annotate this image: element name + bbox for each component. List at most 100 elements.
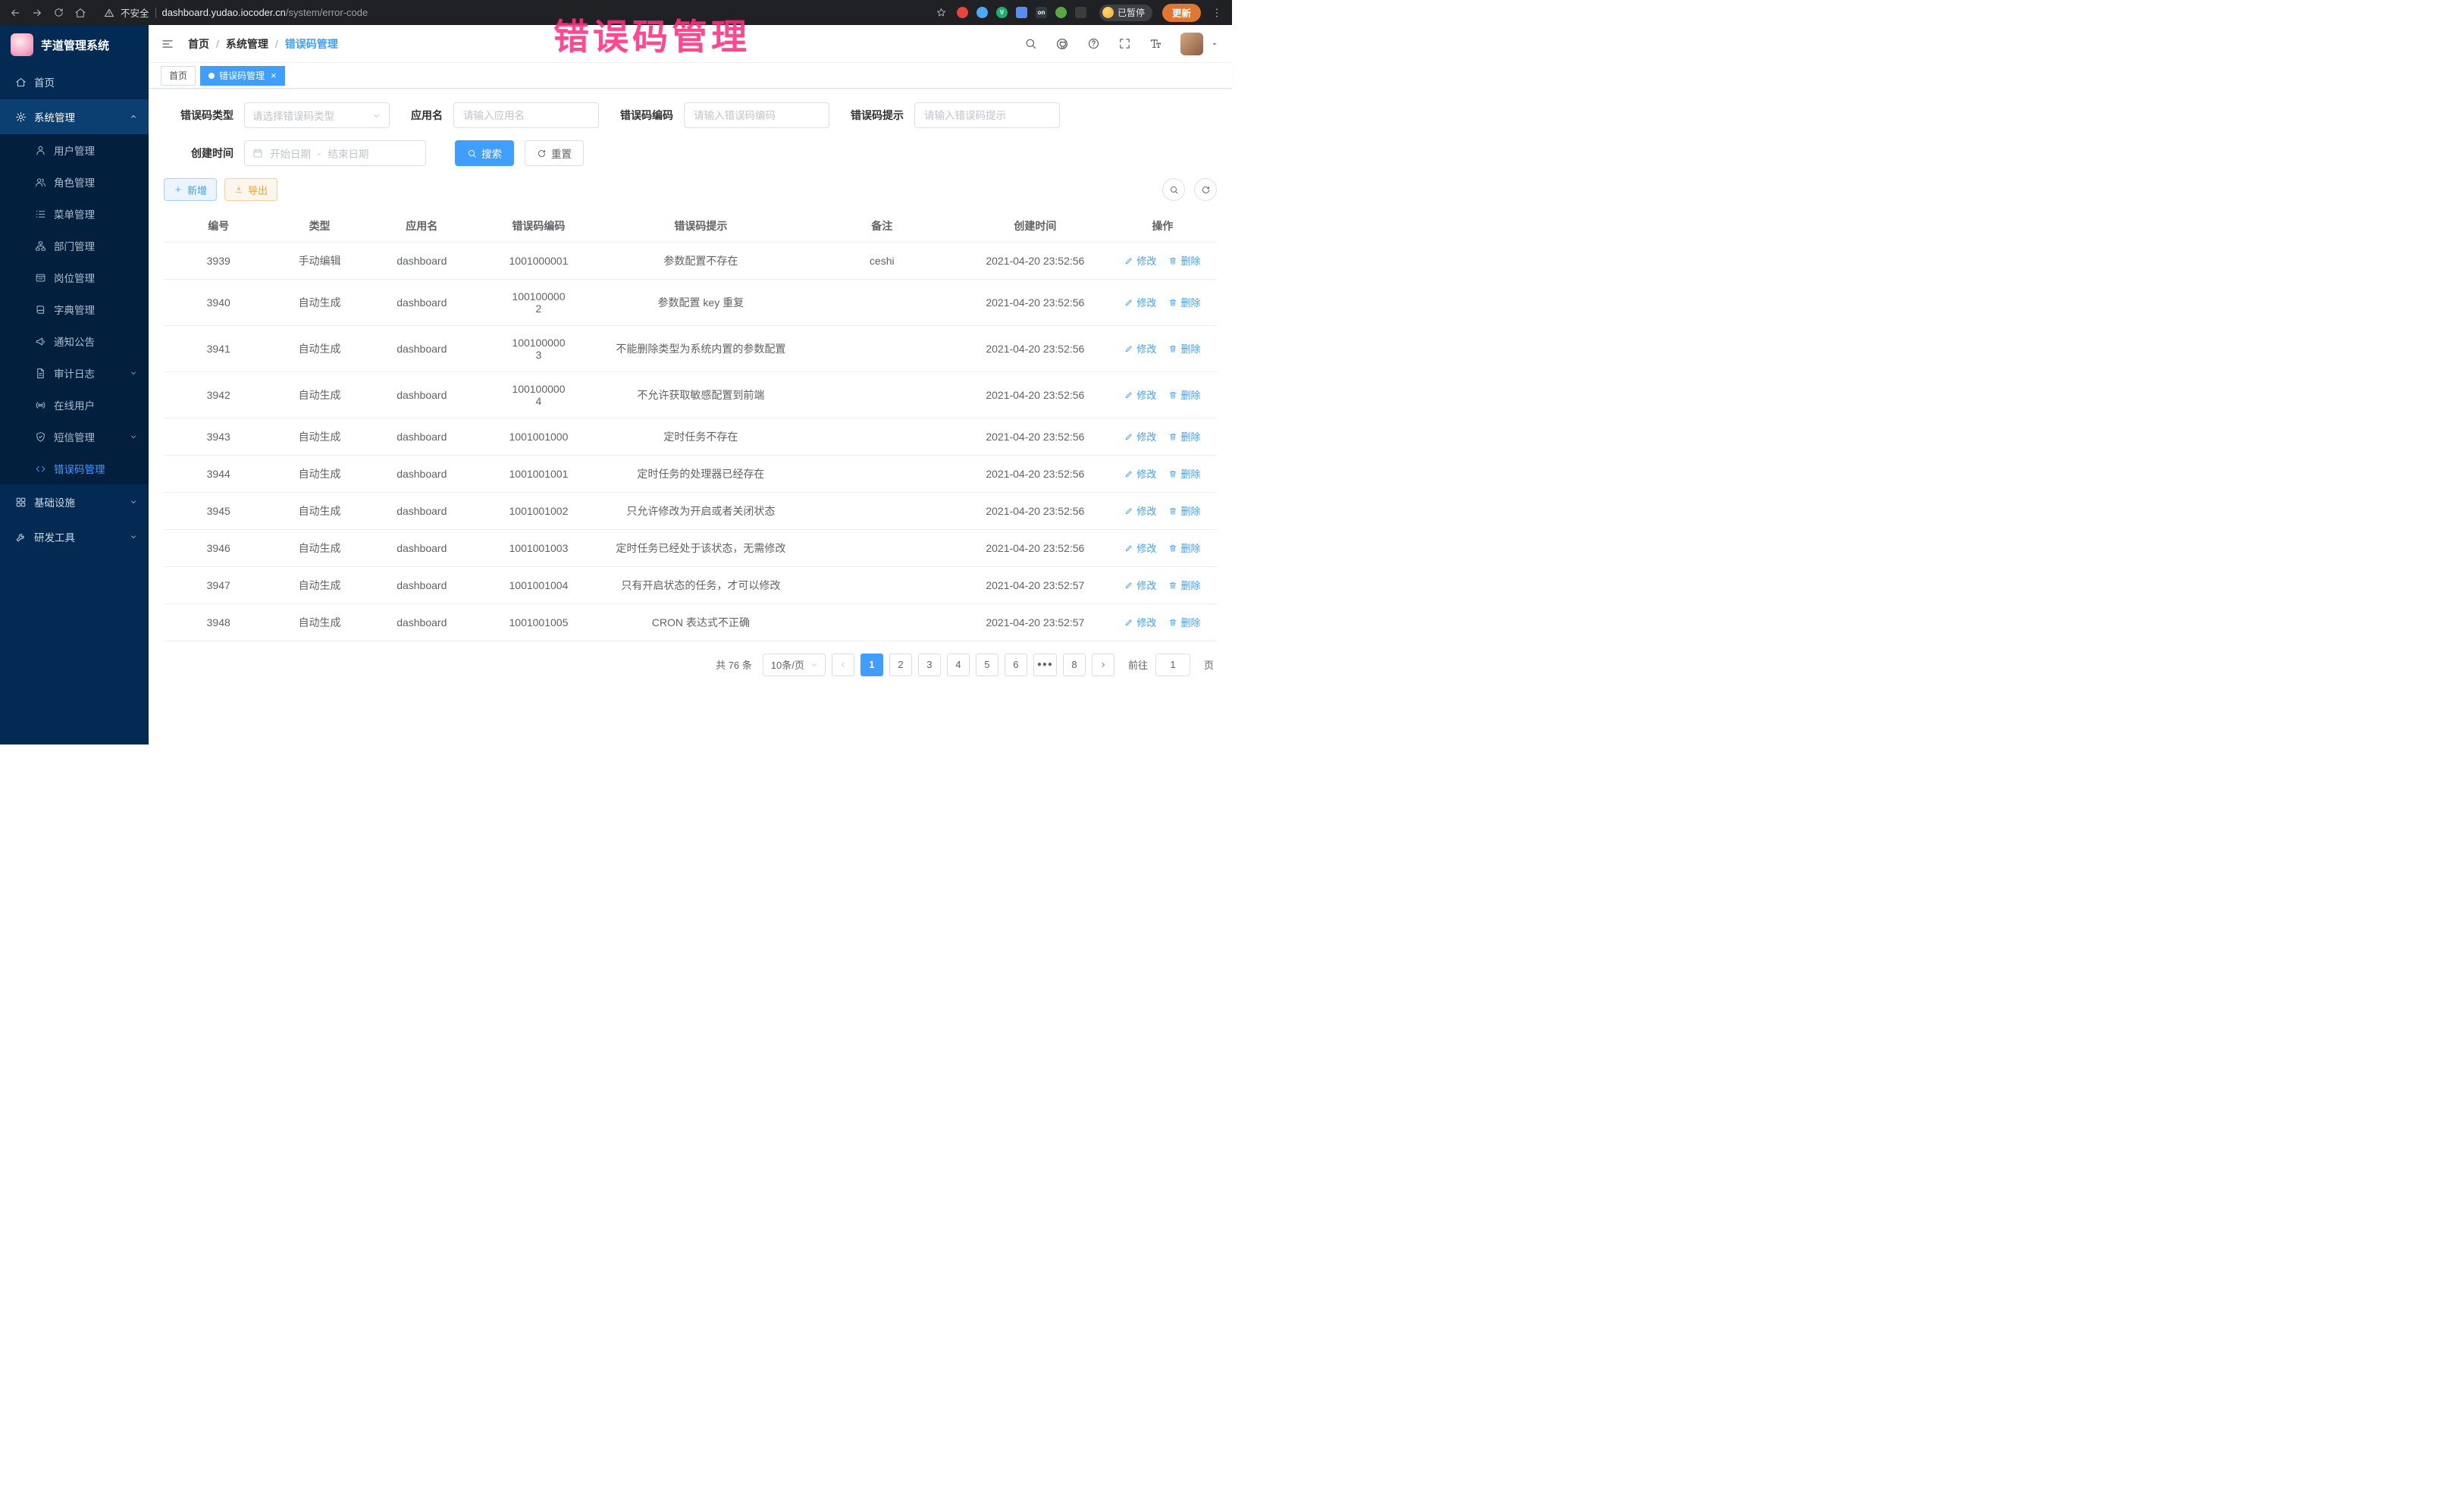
error-code-input[interactable] xyxy=(684,102,829,128)
delete-link-label: 删除 xyxy=(1180,253,1200,268)
page-button-4[interactable]: 4 xyxy=(947,654,970,676)
sidebar-item-用户管理[interactable]: 用户管理 xyxy=(0,134,149,166)
reset-button[interactable]: 重置 xyxy=(525,140,584,166)
delete-link[interactable]: 删除 xyxy=(1168,387,1200,402)
page-button-8[interactable]: 8 xyxy=(1063,654,1086,676)
delete-link-label: 删除 xyxy=(1180,387,1200,402)
goto-page-input[interactable] xyxy=(1155,654,1190,676)
search-button[interactable]: 搜索 xyxy=(455,140,514,166)
error-hint-input[interactable] xyxy=(914,102,1060,128)
sidebar-item-系统管理[interactable]: 系统管理 xyxy=(0,99,149,134)
delete-link[interactable]: 删除 xyxy=(1168,578,1200,592)
page-button-3[interactable]: 3 xyxy=(918,654,941,676)
browser-reload-icon[interactable] xyxy=(53,7,64,18)
edit-link[interactable]: 修改 xyxy=(1124,541,1156,555)
edit-link[interactable]: 修改 xyxy=(1124,503,1156,518)
refresh-table-button[interactable] xyxy=(1194,178,1217,201)
extension-icon-4[interactable] xyxy=(1016,7,1027,18)
delete-link[interactable]: 删除 xyxy=(1168,615,1200,629)
table-row: 3944自动生成dashboard1001001001定时任务的处理器已经存在2… xyxy=(164,455,1217,492)
sidebar-item-研发工具[interactable]: 研发工具 xyxy=(0,519,149,554)
cell-id: 3947 xyxy=(164,566,273,603)
error-type-select[interactable]: 请选择错误码类型 xyxy=(244,102,390,128)
user-menu-caret-icon[interactable] xyxy=(1209,39,1220,49)
fullscreen-icon[interactable] xyxy=(1118,37,1131,50)
github-icon[interactable] xyxy=(1055,37,1069,51)
edit-link[interactable]: 修改 xyxy=(1124,578,1156,592)
gear-icon xyxy=(15,111,27,123)
tab-首页[interactable]: 首页 xyxy=(161,66,196,86)
edit-link[interactable]: 修改 xyxy=(1124,295,1156,309)
breadcrumb-item[interactable]: 首页 xyxy=(188,36,209,52)
sidebar-toggle-icon[interactable] xyxy=(161,37,174,51)
sidebar-item-审计日志[interactable]: 审计日志 xyxy=(0,357,149,389)
logo[interactable]: 芋道管理系统 xyxy=(0,25,149,64)
edit-link-label: 修改 xyxy=(1136,541,1156,555)
profile-paused-badge[interactable]: 已暂停 xyxy=(1099,5,1152,21)
table-row: 3946自动生成dashboard1001001003定时任务已经处于该状态，无… xyxy=(164,529,1217,566)
create-time-range-picker[interactable]: 开始日期 - 结束日期 xyxy=(244,140,426,166)
next-page-button[interactable] xyxy=(1092,654,1114,676)
tab-close-icon[interactable]: × xyxy=(271,71,277,80)
browser-home-icon[interactable] xyxy=(74,7,86,19)
sidebar-item-首页[interactable]: 首页 xyxy=(0,64,149,99)
sidebar-item-岗位管理[interactable]: 岗位管理 xyxy=(0,262,149,293)
home-icon xyxy=(15,77,27,88)
header-search-icon[interactable] xyxy=(1024,37,1037,50)
font-size-icon[interactable] xyxy=(1149,37,1162,50)
table-header-row: 编号类型应用名错误码编码错误码提示备注创建时间操作 xyxy=(164,210,1217,242)
sidebar-item-字典管理[interactable]: 字典管理 xyxy=(0,293,149,325)
pagination-ellipsis[interactable]: ●●● xyxy=(1033,654,1057,676)
edit-link[interactable]: 修改 xyxy=(1124,253,1156,268)
sidebar-item-在线用户[interactable]: 在线用户 xyxy=(0,389,149,421)
browser-menu-kebab-icon[interactable] xyxy=(1211,7,1223,19)
add-button[interactable]: 新增 xyxy=(164,178,217,201)
delete-link[interactable]: 删除 xyxy=(1168,541,1200,555)
delete-link[interactable]: 删除 xyxy=(1168,429,1200,444)
sidebar-item-部门管理[interactable]: 部门管理 xyxy=(0,230,149,262)
search-button-label: 搜索 xyxy=(481,146,502,161)
browser-back-icon[interactable] xyxy=(9,7,21,19)
edit-link[interactable]: 修改 xyxy=(1124,429,1156,444)
sidebar-item-角色管理[interactable]: 角色管理 xyxy=(0,166,149,198)
page-size-select[interactable]: 10条/页 xyxy=(763,654,826,676)
delete-link[interactable]: 删除 xyxy=(1168,295,1200,309)
browser-update-button[interactable]: 更新 xyxy=(1162,4,1201,22)
prev-page-button[interactable] xyxy=(832,654,854,676)
page-button-6[interactable]: 6 xyxy=(1005,654,1027,676)
edit-link[interactable]: 修改 xyxy=(1124,466,1156,481)
breadcrumb-item[interactable]: 系统管理 xyxy=(226,36,268,52)
edit-link[interactable]: 修改 xyxy=(1124,387,1156,402)
extension-icon-2[interactable] xyxy=(977,7,988,18)
cell-type: 自动生成 xyxy=(273,566,365,603)
delete-link[interactable]: 删除 xyxy=(1168,466,1200,481)
help-icon[interactable] xyxy=(1087,37,1100,50)
edit-link[interactable]: 修改 xyxy=(1124,341,1156,356)
app-name-input[interactable] xyxy=(453,102,599,128)
cell-app: dashboard xyxy=(366,325,478,371)
user-avatar[interactable] xyxy=(1180,33,1203,55)
address-bar[interactable]: 不安全 dashboard.yudao.iocoder.cn/system/er… xyxy=(96,5,947,20)
sidebar-item-菜单管理[interactable]: 菜单管理 xyxy=(0,198,149,230)
sidebar-item-错误码管理[interactable]: 错误码管理 xyxy=(0,453,149,484)
sidebar-item-通知公告[interactable]: 通知公告 xyxy=(0,325,149,357)
extension-icon-6[interactable] xyxy=(1055,7,1067,18)
page-button-1[interactable]: 1 xyxy=(861,654,883,676)
browser-forward-icon[interactable] xyxy=(31,7,43,19)
extension-icon-1[interactable] xyxy=(957,7,968,18)
extension-icon-3[interactable]: V xyxy=(996,7,1008,18)
delete-link[interactable]: 删除 xyxy=(1168,253,1200,268)
page-button-5[interactable]: 5 xyxy=(976,654,998,676)
sidebar-item-短信管理[interactable]: 短信管理 xyxy=(0,421,149,453)
bookmark-star-icon[interactable] xyxy=(936,7,947,18)
delete-link[interactable]: 删除 xyxy=(1168,341,1200,356)
sidebar-item-基础设施[interactable]: 基础设施 xyxy=(0,484,149,519)
show-search-toggle-button[interactable] xyxy=(1162,178,1185,201)
delete-link[interactable]: 删除 xyxy=(1168,503,1200,518)
tab-错误码管理[interactable]: 错误码管理× xyxy=(200,66,285,86)
page-button-2[interactable]: 2 xyxy=(889,654,912,676)
extension-icon-7[interactable] xyxy=(1075,7,1086,18)
export-button[interactable]: 导出 xyxy=(224,178,277,201)
extension-icon-5[interactable]: on xyxy=(1036,7,1047,18)
edit-link[interactable]: 修改 xyxy=(1124,615,1156,629)
